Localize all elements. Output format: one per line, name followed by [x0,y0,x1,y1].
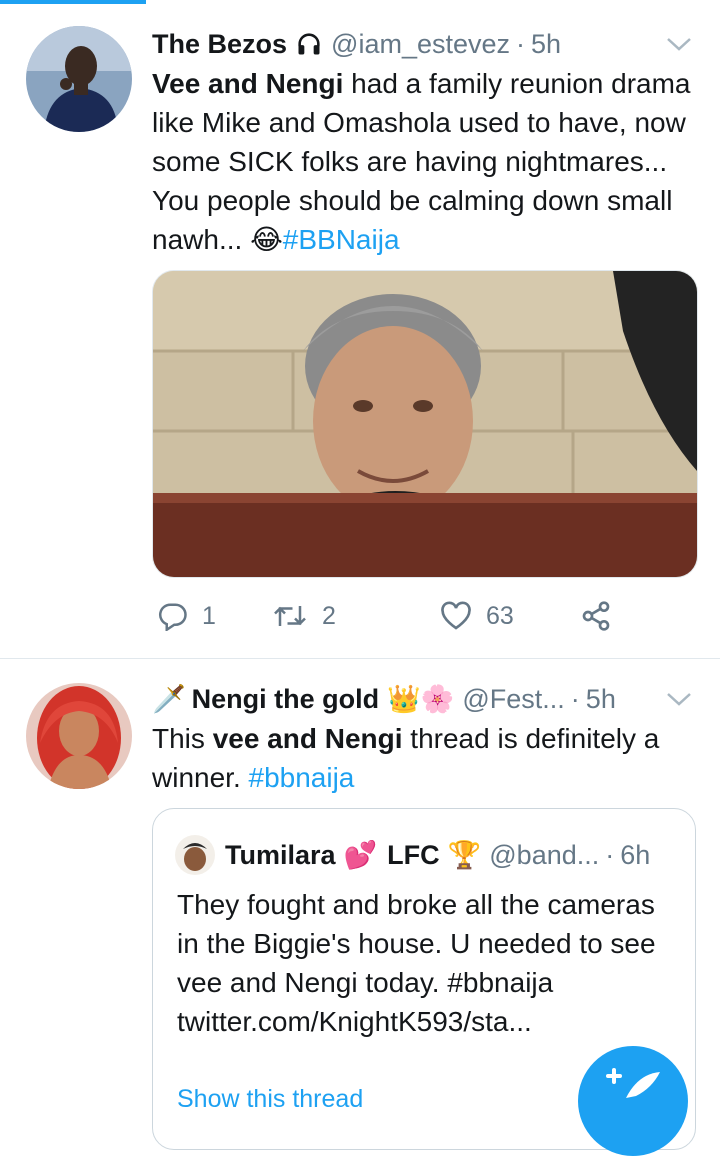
share-icon [582,601,610,631]
quoted-display-name[interactable]: Tumilara [225,840,336,871]
dagger-emoji-icon: 🗡️ [152,684,186,715]
timestamp[interactable]: 5h [586,684,616,715]
chevron-down-icon[interactable] [666,691,692,707]
headphones-icon [295,30,323,58]
retweet-icon [274,606,306,626]
quoted-tweet-text: They fought and broke all the cameras in… [177,889,656,1037]
separator: · [570,683,580,714]
avatar[interactable] [26,683,132,789]
reply-count: 1 [202,601,216,630]
quoted-team-label: LFC [387,839,440,870]
tweet[interactable]: The Bezos @iam_estevez · 5h Vee and Neng… [0,0,720,658]
reply-icon [158,603,187,631]
tweet-text-bold: vee and Nengi [212,723,403,754]
avatar[interactable] [26,26,132,132]
tweet-text: This vee and Nengi thread is definitely … [152,719,702,797]
quoted-handle[interactable]: @band... [489,840,599,871]
retweet-button[interactable]: 2 [272,596,336,636]
tweet-text: Vee and Nengi had a family reunion drama… [152,64,702,259]
share-button[interactable] [580,596,626,636]
timestamp[interactable]: 5h [531,29,561,60]
quoted-timestamp[interactable]: 6h [620,840,650,871]
chevron-down-icon[interactable] [666,36,692,52]
compose-button[interactable] [578,1046,688,1156]
separator: · [605,839,615,870]
laughing-emoji-icon: 😂 [250,223,283,256]
separator: · [516,28,526,59]
hashtag-link[interactable]: #bbnaija [249,762,355,793]
display-name[interactable]: The Bezos [152,29,287,60]
crown-blossom-emoji-icon: 👑🌸 [387,684,455,715]
show-thread-link[interactable]: Show this thread [177,1085,363,1114]
handle[interactable]: @iam_estevez [331,29,510,60]
tweet-text-bold: Vee and Nengi [152,68,344,99]
handle[interactable]: @Fest... [462,684,564,715]
tweet-text-start: This [152,723,213,754]
hearts-emoji-icon: 💕 [343,840,378,871]
trophy-emoji-icon: 🏆 [447,840,482,871]
retweet-count: 2 [322,601,336,630]
display-name[interactable]: Nengi the gold [192,684,379,715]
like-button[interactable]: 63 [440,596,514,636]
hashtag-link[interactable]: #BBNaija [283,224,400,255]
quoted-avatar[interactable] [175,835,215,875]
compose-icon [606,1068,660,1098]
like-icon [441,601,471,630]
reply-button[interactable]: 1 [158,596,216,636]
like-count: 63 [486,601,514,630]
tweet-image[interactable] [152,270,698,578]
